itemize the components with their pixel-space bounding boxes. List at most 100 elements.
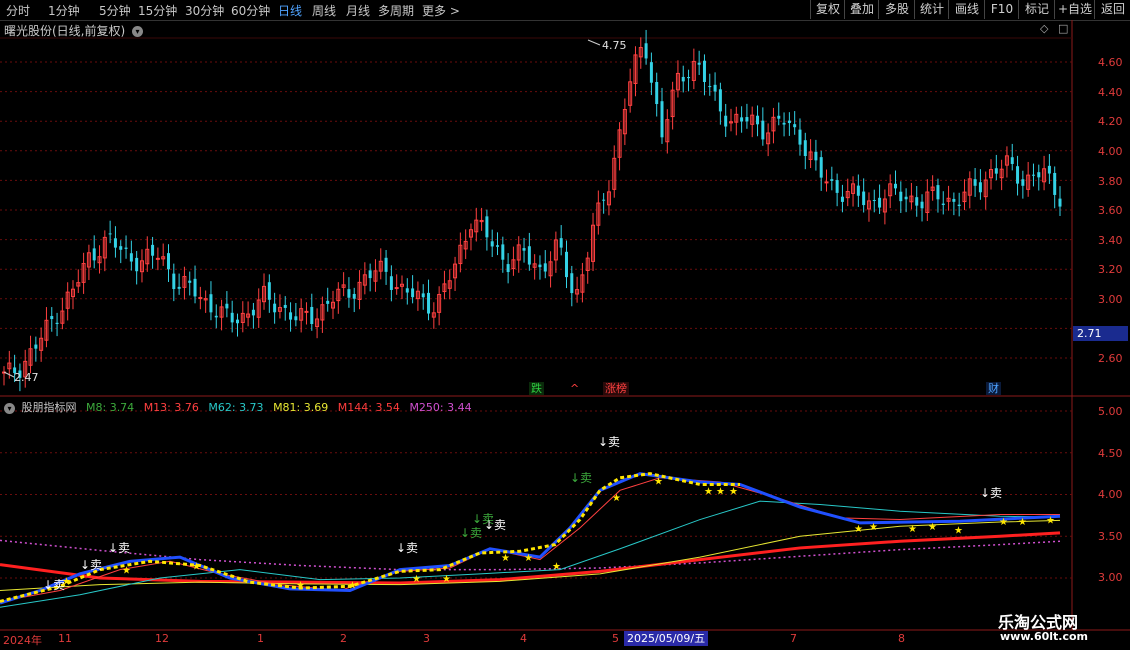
tag-up[interactable]: ^ xyxy=(568,382,581,395)
price-tick: 2.60 xyxy=(1098,352,1123,365)
low-label: 2.47 xyxy=(14,371,39,384)
candle-body xyxy=(660,101,664,138)
legend-m81: M81: 3.69 xyxy=(273,401,329,414)
candle-body xyxy=(564,251,568,278)
candle-body xyxy=(538,264,542,268)
tag-drop[interactable]: 跌 xyxy=(529,382,544,395)
candle-body xyxy=(1021,179,1025,186)
x-tick: 7 xyxy=(790,632,797,645)
candle-body xyxy=(824,181,829,184)
chevron-down-icon[interactable]: ▾ xyxy=(4,402,15,414)
star-marker: ★ xyxy=(999,517,1008,528)
star-marker: ★ xyxy=(524,553,533,564)
candle-body xyxy=(740,117,744,122)
indicator-tick: 5.00 xyxy=(1098,405,1123,418)
x-tick: 3 xyxy=(423,632,430,645)
sell-marker: ↓卖 xyxy=(43,578,66,592)
x-tick: 2 xyxy=(340,632,347,645)
candle-body xyxy=(973,179,977,186)
candle-body xyxy=(294,316,298,321)
candle-body xyxy=(872,199,876,201)
candle-body xyxy=(936,185,940,200)
candle-body xyxy=(724,115,728,127)
candle-body xyxy=(151,244,155,256)
sell-marker: ↓卖 xyxy=(108,541,131,555)
x-tick: 11 xyxy=(58,632,72,645)
tag-finance[interactable]: 财 xyxy=(986,382,1001,395)
star-marker: ★ xyxy=(1018,517,1027,528)
candle-body xyxy=(745,117,749,122)
candle-body xyxy=(814,151,818,161)
candle-body xyxy=(273,303,277,313)
price-tick: 4.60 xyxy=(1098,56,1123,69)
star-marker: ★ xyxy=(296,581,305,592)
candle-body xyxy=(34,344,38,349)
price-tick: 3.60 xyxy=(1098,204,1123,217)
candle-body xyxy=(687,77,691,79)
candle-body xyxy=(124,247,128,249)
candle-body xyxy=(235,319,239,324)
candle-body xyxy=(384,257,388,272)
candle-body xyxy=(570,273,574,294)
price-tick: 3.80 xyxy=(1098,175,1123,188)
candle-body xyxy=(527,246,531,265)
candle-body xyxy=(819,157,823,178)
indicator-tick: 3.00 xyxy=(1098,571,1123,584)
candle-body xyxy=(1047,165,1051,174)
candle-body xyxy=(718,89,722,112)
candle-body xyxy=(644,43,648,59)
legend-m8: M8: 3.74 xyxy=(86,401,135,414)
indicator-name[interactable]: 股朋指标网 xyxy=(22,401,77,414)
candle-body xyxy=(55,322,59,324)
current-price-box: 2.71 xyxy=(1073,326,1128,341)
candle-body xyxy=(501,244,505,260)
price-tick: 4.40 xyxy=(1098,86,1123,99)
candle-body xyxy=(289,312,293,320)
candle-body xyxy=(490,241,494,247)
legend-m62: M62: 3.73 xyxy=(208,401,264,414)
x-tick: 8 xyxy=(898,632,905,645)
sell-marker: ↓卖 xyxy=(980,486,1003,500)
watermark-url: www.60lt.com xyxy=(1000,630,1089,643)
candle-body xyxy=(1053,172,1057,195)
candle-body xyxy=(941,203,945,205)
candle-body xyxy=(506,264,510,273)
star-marker: ★ xyxy=(412,574,421,585)
indicator-legend: ▾ 股朋指标网 M8: 3.74 M13: 3.76 M62: 3.73 M81… xyxy=(4,399,478,415)
candle-body xyxy=(209,294,213,313)
candle-body xyxy=(267,282,271,300)
candle-body xyxy=(50,316,54,320)
star-marker: ★ xyxy=(612,493,621,504)
candle-body xyxy=(172,273,176,290)
legend-m13: M13: 3.76 xyxy=(143,401,199,414)
candle-body xyxy=(798,129,802,145)
candle-body xyxy=(251,309,255,316)
star-marker: ★ xyxy=(1046,516,1055,527)
candle-body xyxy=(777,115,781,119)
x-tick: 2024年 xyxy=(3,634,42,647)
star-marker: ★ xyxy=(869,522,878,533)
candlestick-chart: ★★ ★★ ★★ ★★ ★★★★★ ★ ★★ ★ ★ ★ ★★ ★ ★ xyxy=(0,20,1130,631)
price-tick: 3.20 xyxy=(1098,263,1123,276)
candle-body xyxy=(108,233,112,235)
tag-limit-up[interactable]: 涨榜 xyxy=(603,382,629,395)
candle-body xyxy=(1058,198,1062,207)
candle-body xyxy=(649,62,653,83)
star-marker: ★ xyxy=(854,524,863,535)
candle-body xyxy=(129,253,133,262)
candle-body xyxy=(310,306,314,325)
candle-body xyxy=(862,191,866,206)
star-marker: ★ xyxy=(716,486,725,497)
candle-body xyxy=(421,293,425,298)
x-tick: 5 xyxy=(612,632,619,645)
candle-body xyxy=(283,304,287,308)
x-tick: 4 xyxy=(520,632,527,645)
cursor-date: 2025/05/09/五 xyxy=(624,631,709,646)
sell-marker: ↓卖 xyxy=(80,558,103,572)
candle-body xyxy=(113,238,117,248)
candle-body xyxy=(427,292,431,314)
price-tick: 4.00 xyxy=(1098,145,1123,158)
candle-body xyxy=(893,183,897,189)
price-tick: 3.00 xyxy=(1098,293,1123,306)
candle-body xyxy=(708,86,712,88)
